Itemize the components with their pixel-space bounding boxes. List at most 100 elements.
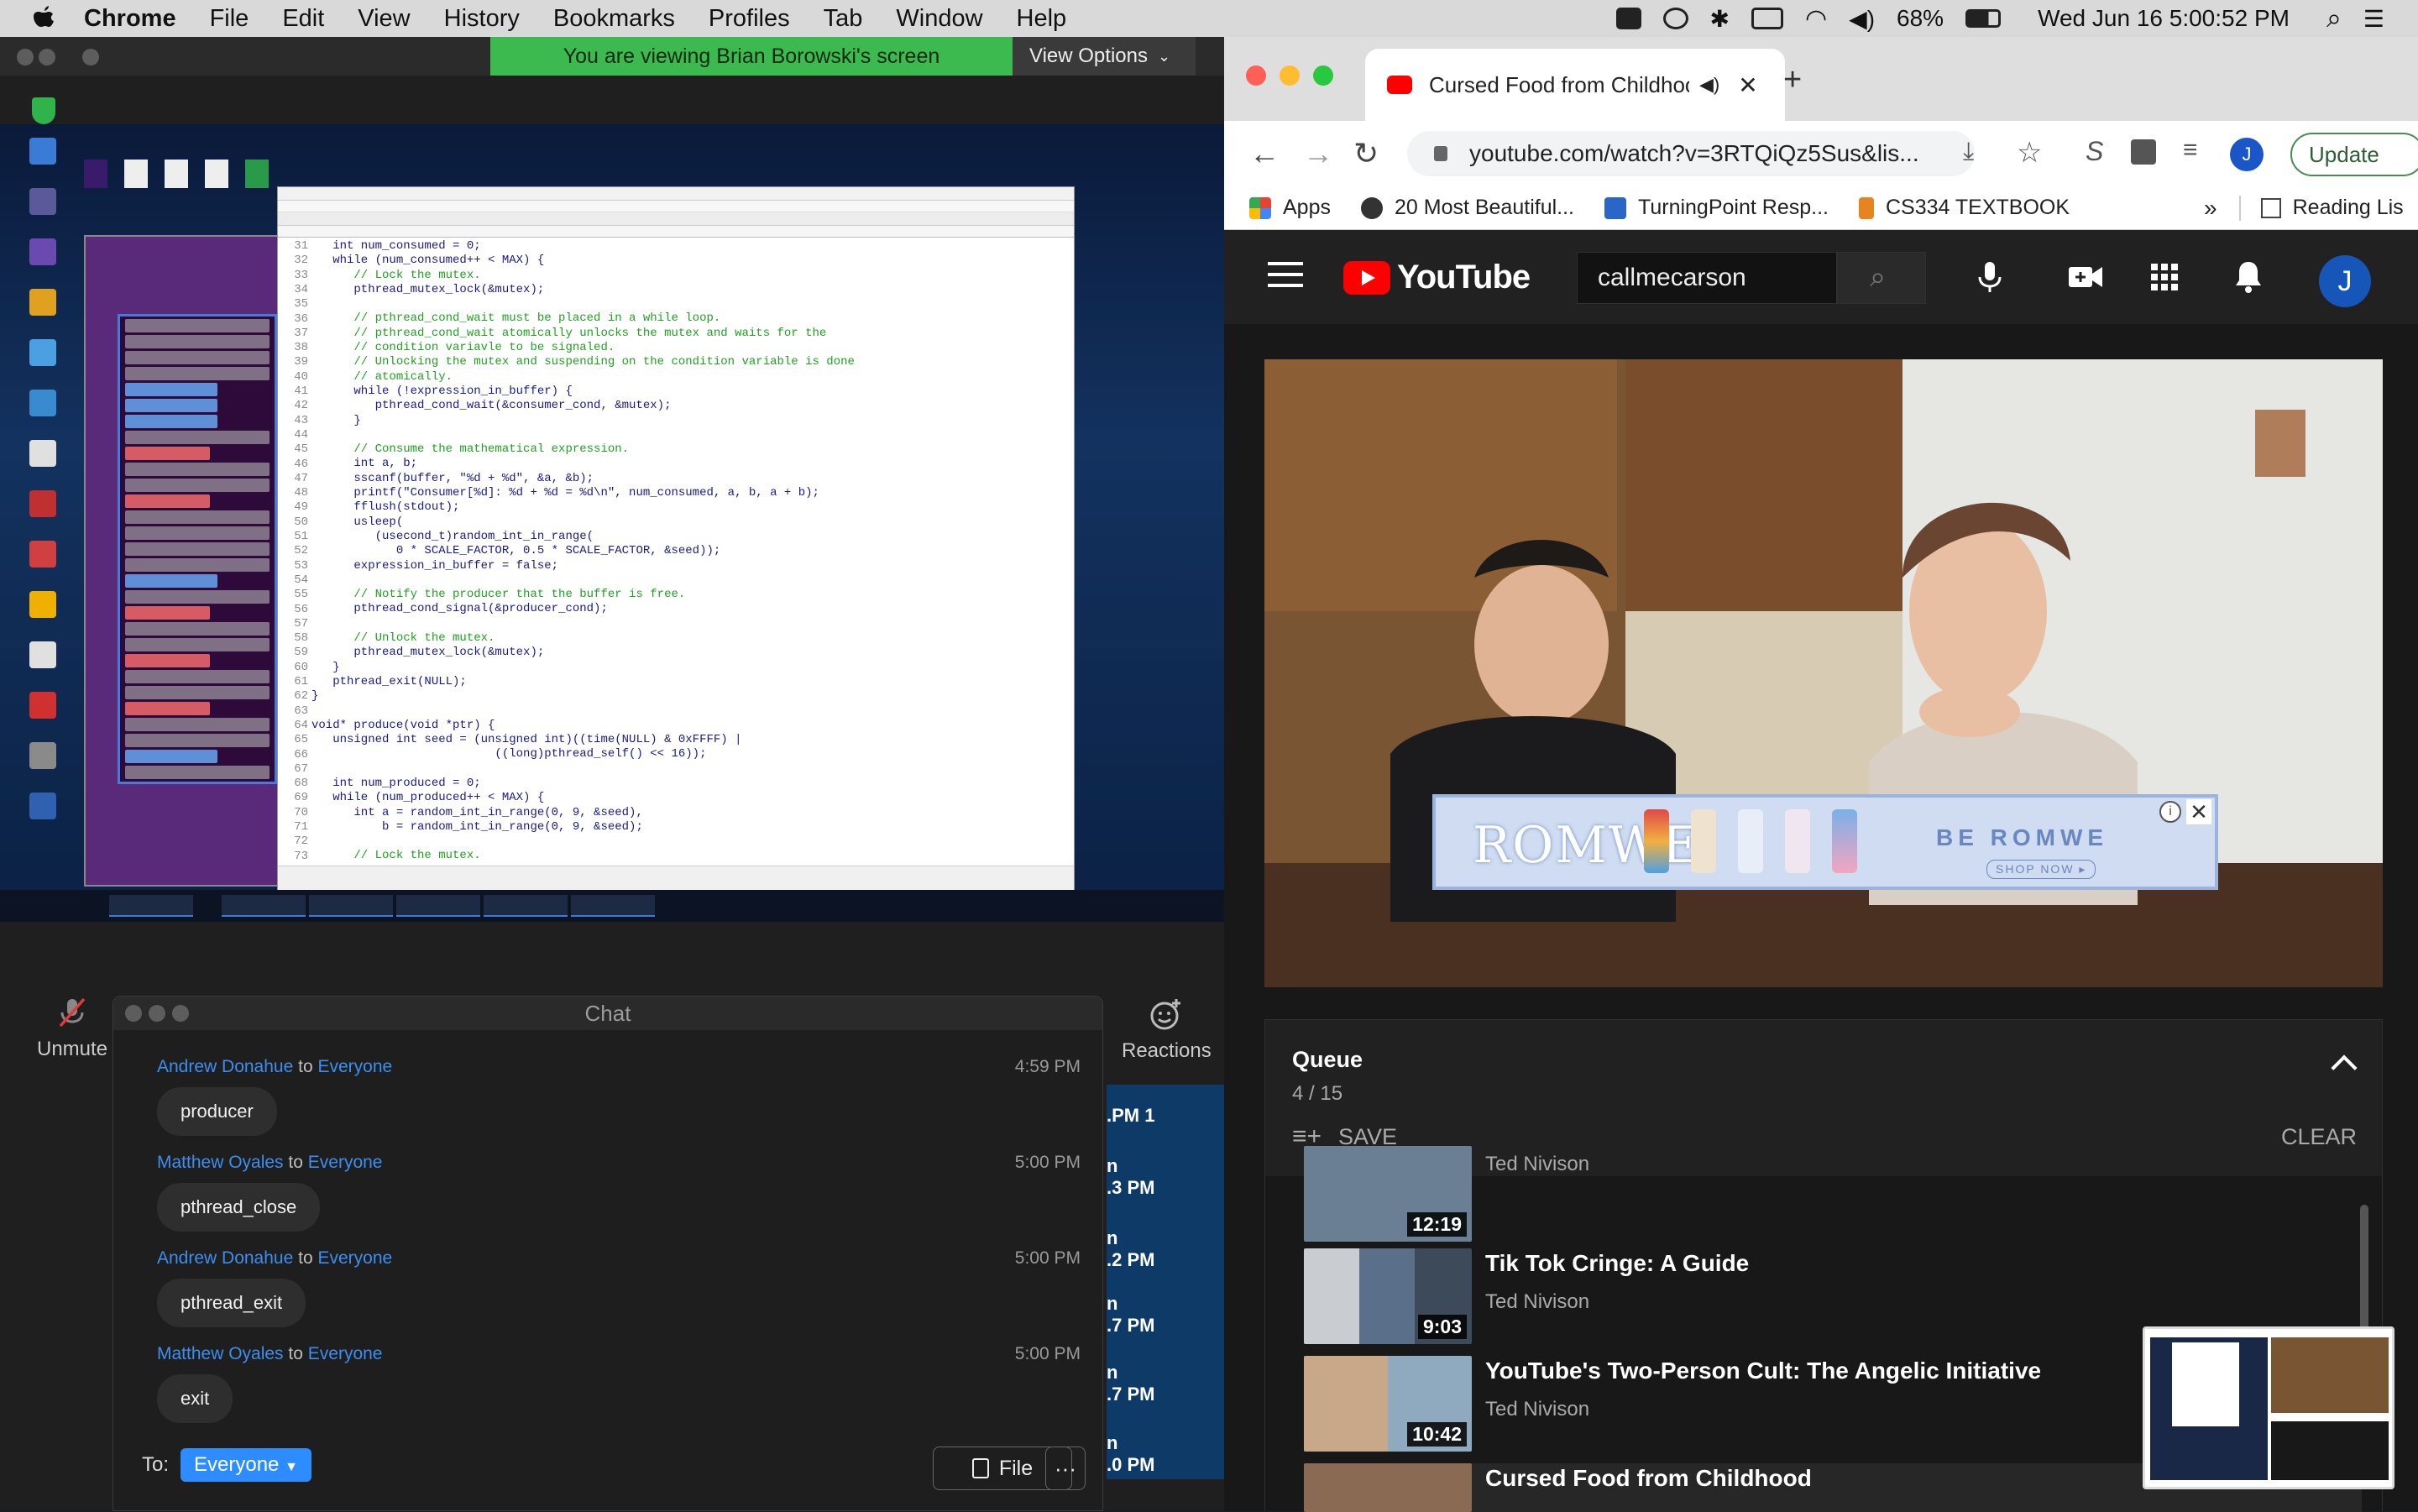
editor-titlebar <box>278 187 1074 201</box>
ad-close-icon[interactable]: ✕ <box>2186 799 2211 824</box>
spotlight-search-icon[interactable]: ⌕ <box>2326 3 2342 34</box>
picture-in-picture-preview[interactable] <box>2143 1326 2394 1489</box>
security-shield-icon[interactable] <box>32 97 55 124</box>
youtube-logo[interactable]: YouTube <box>1343 259 1531 296</box>
apple-menu-icon[interactable] <box>34 6 55 31</box>
control-center-icon[interactable]: ☰ <box>2363 5 2384 33</box>
menu-bookmarks[interactable]: Bookmarks <box>553 5 675 33</box>
line-number: 33 <box>294 268 308 282</box>
powerisos-icon <box>29 440 56 467</box>
install-icon[interactable]: ⤓ <box>1963 138 1974 166</box>
tab-title: Cursed Food from Childhood <box>1429 71 1689 97</box>
view-options-dropdown[interactable]: View Options ⌄ <box>1013 37 1196 76</box>
window-zoom-button[interactable] <box>172 1005 189 1022</box>
line-number: 44 <box>294 427 308 442</box>
line-number: 64 <box>294 718 308 732</box>
line-number: 70 <box>294 805 308 819</box>
notifications-bell-icon[interactable] <box>2230 259 2267 296</box>
screen-share-banner: You are viewing Brian Borowski's screen <box>490 37 1013 76</box>
extensions-puzzle-icon[interactable] <box>2131 139 2156 165</box>
code-line: pthread_cond_signal(&producer_cond); <box>311 602 608 616</box>
video-thumbnail <box>1304 1463 1472 1512</box>
ad-shop-now-button[interactable]: SHOP NOW ▸ <box>1986 860 2096 879</box>
reload-icon[interactable]: ↻ <box>1353 136 1379 171</box>
reactions-button[interactable]: Reactions <box>1122 997 1212 1063</box>
bookmark-item[interactable]: 20 Most Beautiful... <box>1360 196 1574 220</box>
bookmark-star-icon[interactable]: ☆ <box>2017 136 2042 170</box>
hamburger-menu-icon[interactable] <box>1268 262 1303 295</box>
menu-file[interactable]: File <box>210 5 249 33</box>
video-overlay-ad[interactable]: ROMWE BE ROMWE SHOP NOW ▸ i ✕ <box>1432 794 2218 890</box>
profile-avatar[interactable]: J <box>2230 138 2264 171</box>
more-options-button[interactable]: ··· <box>1045 1447 1086 1490</box>
menu-view[interactable]: View <box>358 5 410 33</box>
file-icon <box>971 1458 989 1478</box>
menu-window[interactable]: Window <box>896 5 982 33</box>
menu-app-chrome[interactable]: Chrome <box>84 5 176 33</box>
wifi-icon[interactable]: ◠ <box>1805 4 1827 34</box>
reading-list-label[interactable]: Reading Lis <box>2293 196 2404 220</box>
window-minimize-button[interactable] <box>39 49 55 65</box>
volume-icon[interactable]: ◀) <box>1849 5 1875 33</box>
microphone-icon[interactable] <box>1971 259 2008 296</box>
window-close-button[interactable] <box>1246 65 1266 86</box>
window-minimize-button[interactable] <box>1280 65 1300 86</box>
tab-youtube[interactable]: Cursed Food from Childhood ◀) ✕ <box>1365 49 1785 121</box>
window-minimize-button[interactable] <box>149 1005 165 1022</box>
extension-s-icon[interactable]: S <box>2086 136 2103 167</box>
bookmark-apps[interactable]: Apps <box>1249 196 1331 220</box>
menu-history[interactable]: History <box>444 5 520 33</box>
youtube-account-avatar[interactable]: J <box>2319 255 2371 307</box>
close-tab-icon[interactable]: ✕ <box>1738 71 1757 99</box>
menu-tab[interactable]: Tab <box>824 5 863 33</box>
line-number: 53 <box>294 558 308 573</box>
search-input[interactable]: callmecarson <box>1577 252 1837 304</box>
aimp-icon <box>29 591 56 618</box>
menubar-clock[interactable]: Wed Jun 16 5:00:52 PM <box>2038 5 2290 32</box>
collapse-chevron-icon[interactable] <box>2331 1054 2358 1081</box>
menu-edit[interactable]: Edit <box>282 5 324 33</box>
zoom-status-icon[interactable] <box>1615 8 1641 29</box>
menu-profiles[interactable]: Profiles <box>709 5 790 33</box>
window-zoom-button[interactable] <box>82 49 99 65</box>
shared-screen-view: 31 int num_consumed = 0; 32 while (num_co… <box>0 124 1224 922</box>
bookmarks-overflow-button[interactable]: » <box>2204 195 2217 222</box>
unmute-button[interactable]: Unmute <box>37 996 107 1061</box>
new-tab-button[interactable]: + <box>1783 62 1802 98</box>
queue-item[interactable]: 12:19 Ted Nivison <box>1304 1146 2362 1243</box>
speaker-icon[interactable]: ◀) <box>1699 74 1719 96</box>
recipient-dropdown[interactable]: Everyone ▼ <box>181 1448 311 1482</box>
back-arrow-icon[interactable]: ← <box>1249 136 1280 171</box>
create-video-icon[interactable] <box>2067 259 2104 296</box>
apps-grid-icon[interactable] <box>2146 259 2183 296</box>
media-controls-icon[interactable]: ≡ <box>2183 136 2198 165</box>
line-number: 42 <box>294 399 308 413</box>
line-number: 37 <box>294 326 308 340</box>
update-button[interactable]: Update <box>2290 133 2418 176</box>
window-close-button[interactable] <box>17 49 34 65</box>
battery-icon[interactable] <box>1965 9 2002 28</box>
line-number: 65 <box>294 733 308 747</box>
omnibox[interactable]: youtube.com/watch?v=3RTQiQz5Sus&lis... <box>1407 131 1975 176</box>
search-button[interactable]: ⌕ <box>1837 252 1926 304</box>
window-close-button[interactable] <box>125 1005 142 1022</box>
chat-message: Matthew Oyales to Everyone 5:00 PM exit <box>157 1344 1081 1423</box>
chevron-down-icon: ⌄ <box>1157 47 1171 65</box>
window-zoom-button[interactable] <box>1313 65 1333 86</box>
queue-scrollbar[interactable] <box>2360 1205 2368 1331</box>
time-machine-icon[interactable] <box>1662 8 1688 29</box>
bookmark-item[interactable]: TurningPoint Resp... <box>1604 196 1829 220</box>
line-number: 56 <box>294 602 308 616</box>
battery-percent[interactable]: 68% <box>1897 5 1944 32</box>
bluetooth-icon[interactable]: ✱ <box>1710 5 1730 33</box>
memory-icon[interactable] <box>1751 8 1783 29</box>
bookmark-item[interactable]: CS334 TEXTBOOK <box>1858 196 2070 220</box>
line-number: 51 <box>294 530 308 543</box>
message-bubble: producer <box>157 1087 277 1136</box>
ad-info-icon[interactable]: i <box>2159 801 2181 823</box>
concept-icon <box>29 742 56 769</box>
reading-list-icon[interactable] <box>2260 197 2281 218</box>
video-player[interactable]: ROMWE BE ROMWE SHOP NOW ▸ i ✕ <box>1264 359 2383 987</box>
menu-help[interactable]: Help <box>1017 5 1067 33</box>
forward-arrow-icon[interactable]: → <box>1303 136 1333 171</box>
